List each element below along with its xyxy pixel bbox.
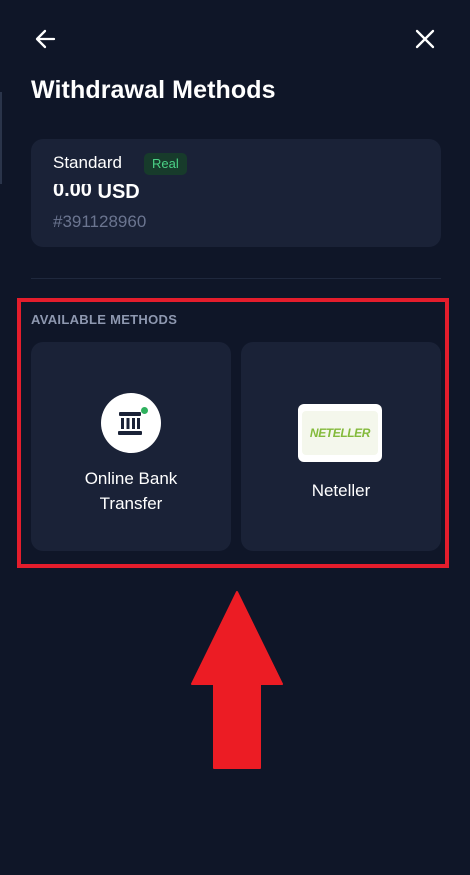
method-label: Online Bank Transfer [31,466,231,516]
neteller-logo: NETELLER [298,404,382,462]
balance-amount: 0.00 [53,184,92,198]
bank-status-dot [141,407,148,414]
method-label-line-1: Online Bank [84,469,178,488]
neteller-logo-text: NETELLER [309,426,371,440]
close-button[interactable] [409,23,441,55]
available-methods-label: AVAILABLE METHODS [31,312,178,327]
page-title: Withdrawal Methods [31,76,276,104]
bank-icon [101,393,161,453]
divider [31,278,441,279]
arrow-up-icon [191,591,283,769]
balance-currency: USD [97,181,140,203]
method-neteller[interactable]: NETELLER Neteller [241,342,441,551]
method-online-bank-transfer[interactable]: Online Bank Transfer [31,342,231,551]
left-edge-scroll [0,92,2,184]
neteller-logo-inner: NETELLER [302,411,378,455]
top-bar [0,0,470,80]
method-label: Neteller [311,481,371,500]
account-card: Standard Real 0.00 USD #391128960 [31,139,441,247]
close-icon [415,29,435,49]
account-type: Standard [53,153,122,172]
method-label-line-2: Transfer [99,494,163,513]
account-balance: 0.00 USD [53,181,140,204]
account-status-badge: Real [144,153,187,175]
account-id: #391128960 [53,212,147,231]
back-button[interactable] [30,23,62,55]
arrow-left-icon [35,29,56,49]
